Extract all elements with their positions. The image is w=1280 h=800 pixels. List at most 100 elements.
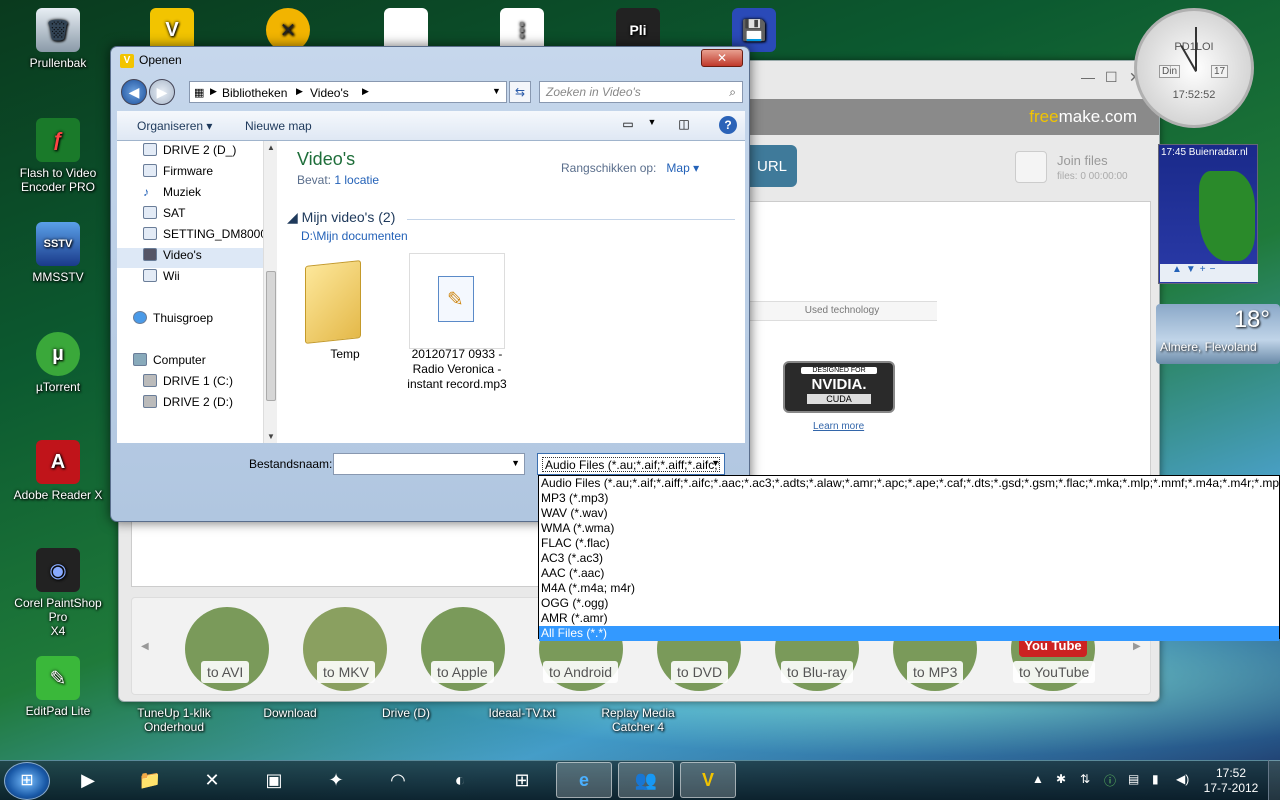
desktop-icon-recycle-bin[interactable]: 🗑 Prullenbak bbox=[8, 8, 108, 70]
map-controls[interactable]: ▲▼+− bbox=[1160, 264, 1258, 282]
network-icon[interactable]: ▮ bbox=[1152, 772, 1159, 786]
to-youtube-button[interactable]: to YouTube bbox=[1013, 661, 1096, 683]
taskbar-windows[interactable]: ⊞ bbox=[494, 762, 550, 798]
nav-scrollbar[interactable]: ▲ ▼ bbox=[263, 141, 277, 443]
taskbar-internet-explorer[interactable]: e bbox=[556, 762, 612, 798]
organize-menu[interactable]: Organiseren ▾ bbox=[137, 119, 212, 133]
maximize-icon[interactable]: ☐ bbox=[1105, 69, 1118, 86]
breadcrumb-bibliotheken[interactable]: Bibliotheken bbox=[222, 86, 287, 100]
back-button[interactable]: ◀ bbox=[121, 79, 147, 105]
file-type-option-selected[interactable]: All Files (*.*) bbox=[539, 626, 1279, 641]
desktop-icon-editpad[interactable]: ✎ EditPad Lite bbox=[8, 656, 108, 718]
nav-item-computer[interactable]: Computer bbox=[117, 353, 263, 373]
clock-gadget[interactable]: PD1LOI Din 17 17:52:52 bbox=[1134, 8, 1254, 128]
scrollbar-thumb[interactable] bbox=[266, 271, 276, 401]
to-avi-button[interactable]: to AVI bbox=[201, 661, 250, 683]
buienradar-gadget[interactable]: 17:45 Buienradar.nl bbox=[1158, 144, 1258, 284]
scroll-left-icon[interactable]: ◀ bbox=[141, 641, 149, 652]
file-type-option[interactable]: FLAC (*.flac) bbox=[539, 536, 1279, 551]
show-desktop-button[interactable] bbox=[1268, 760, 1280, 800]
taskbar-explorer[interactable]: 📁 bbox=[122, 762, 178, 798]
nav-item-drive1-c[interactable]: DRIVE 1 (C:) bbox=[117, 374, 263, 394]
file-type-option[interactable]: AAC (*.aac) bbox=[539, 566, 1279, 581]
weather-gadget[interactable]: 18° Almere, Flevoland bbox=[1156, 304, 1280, 364]
scroll-down-icon[interactable]: ▼ bbox=[267, 432, 275, 441]
file-type-option[interactable]: MP3 (*.mp3) bbox=[539, 491, 1279, 506]
volume-icon[interactable]: ◀) bbox=[1176, 772, 1189, 786]
nav-item-wii[interactable]: Wii bbox=[117, 269, 263, 289]
chevron-down-icon[interactable]: ▼ bbox=[711, 458, 720, 468]
taskbar-swirl[interactable]: ◠ bbox=[370, 762, 426, 798]
desktop-label-replay-media[interactable]: Replay Media Catcher 4 bbox=[588, 706, 688, 734]
arrange-by-dropdown[interactable]: Map ▾ bbox=[666, 161, 699, 175]
desktop-icon-paintshop[interactable]: ◉ Corel PaintShop Pro X4 bbox=[8, 548, 108, 638]
desktop-label-tuneup[interactable]: TuneUp 1-klik Onderhoud bbox=[124, 706, 224, 734]
chevron-down-icon[interactable]: ▼ bbox=[492, 86, 501, 96]
nav-item-drive2-d[interactable]: DRIVE 2 (D_) bbox=[117, 143, 263, 163]
file-type-option[interactable]: AC3 (*.ac3) bbox=[539, 551, 1279, 566]
system-clock[interactable]: 17:52 17-7-2012 bbox=[1200, 766, 1262, 796]
info-icon[interactable]: ⓘ bbox=[1104, 772, 1116, 789]
file-type-option[interactable]: AMR (*.amr) bbox=[539, 611, 1279, 626]
help-icon[interactable]: ? bbox=[719, 116, 737, 134]
taskbar-messenger[interactable]: 👥 bbox=[618, 762, 674, 798]
nav-item-homegroup[interactable]: Thuisgroep bbox=[117, 311, 263, 331]
preview-pane-icon[interactable]: ◫ bbox=[675, 117, 693, 133]
start-button[interactable]: ⊞ bbox=[4, 762, 50, 800]
taskbar-app[interactable]: ▣ bbox=[246, 762, 302, 798]
refresh-button[interactable]: ⇆ bbox=[509, 81, 531, 103]
forward-button[interactable]: ▶ bbox=[149, 79, 175, 105]
view-dropdown-icon[interactable]: ▼ bbox=[643, 117, 661, 133]
locations-link[interactable]: 1 locatie bbox=[334, 173, 379, 187]
nav-item-firmware[interactable]: Firmware bbox=[117, 164, 263, 184]
bluetooth-icon[interactable]: ✱ bbox=[1056, 772, 1066, 786]
desktop-icon-utorrent[interactable]: µ µTorrent bbox=[8, 332, 108, 394]
file-type-option[interactable]: WAV (*.wav) bbox=[539, 506, 1279, 521]
file-type-option[interactable]: Audio Files (*.au;*.aif;*.aiff;*.aifc;*.… bbox=[539, 476, 1279, 491]
taskbar-tuneup[interactable]: ✕ bbox=[184, 762, 240, 798]
to-apple-button[interactable]: to Apple bbox=[431, 661, 494, 683]
to-dvd-button[interactable]: to DVD bbox=[671, 661, 729, 683]
file-type-select[interactable]: Audio Files (*.au;*.aif;*.aiff;*.aifc;*.… bbox=[537, 453, 725, 475]
breadcrumb-videos[interactable]: Video's bbox=[310, 86, 349, 100]
file-radio-veronica[interactable] bbox=[409, 253, 505, 349]
folder-temp[interactable] bbox=[305, 253, 365, 344]
taskbar-disc[interactable]: ◐ bbox=[432, 762, 488, 798]
address-bar[interactable]: ▦ ▶ Bibliotheken ▶ Video's ▶ ▼ bbox=[189, 81, 507, 103]
desktop-icon-flash-to-video[interactable]: ƒ Flash to Video Encoder PRO bbox=[8, 118, 108, 194]
taskbar-freemake[interactable]: V bbox=[680, 762, 736, 798]
desktop-icon-mmsstv[interactable]: SSTV MMSSTV bbox=[8, 222, 108, 284]
scroll-up-icon[interactable]: ▲ bbox=[267, 143, 275, 152]
taskbar-media-player[interactable]: ▶ bbox=[60, 762, 116, 798]
update-icon[interactable]: ⇅ bbox=[1080, 772, 1090, 786]
to-mkv-button[interactable]: to MKV bbox=[317, 661, 375, 683]
filename-input[interactable]: ▼ bbox=[333, 453, 525, 475]
nav-item-videos[interactable]: Video's bbox=[117, 248, 263, 268]
dialog-close-button[interactable]: ✕ bbox=[701, 49, 743, 67]
file-type-option[interactable]: OGG (*.ogg) bbox=[539, 596, 1279, 611]
nav-item-muziek[interactable]: ♪ Muziek bbox=[117, 185, 263, 205]
new-folder-button[interactable]: Nieuwe map bbox=[245, 119, 312, 133]
device-icon[interactable]: ▤ bbox=[1128, 772, 1139, 786]
to-mp3-button[interactable]: to MP3 bbox=[907, 661, 964, 683]
file-type-option[interactable]: M4A (*.m4a; m4r) bbox=[539, 581, 1279, 596]
to-android-button[interactable]: to Android bbox=[543, 661, 619, 683]
taskbar-ez[interactable]: ✦ bbox=[308, 762, 364, 798]
url-button[interactable]: URL bbox=[747, 145, 797, 187]
chevron-down-icon[interactable]: ▼ bbox=[511, 458, 520, 468]
desktop-label-download[interactable]: Download bbox=[240, 706, 340, 720]
nav-item-setting-dm8000[interactable]: SETTING_DM8000 bbox=[117, 227, 263, 247]
group-header[interactable]: ◢ Mijn video's (2) bbox=[287, 209, 395, 226]
search-input[interactable]: Zoeken in Video's ⌕ bbox=[539, 81, 743, 103]
desktop-label-drive-d[interactable]: Drive (D) bbox=[356, 706, 456, 720]
desktop-icon-adobe-reader[interactable]: A Adobe Reader X bbox=[8, 440, 108, 502]
join-files-toggle[interactable] bbox=[1015, 151, 1047, 183]
nav-item-drive2-d2[interactable]: DRIVE 2 (D:) bbox=[117, 395, 263, 415]
to-bluray-button[interactable]: to Blu-ray bbox=[781, 661, 853, 683]
desktop-label-ideaal-tv[interactable]: Ideaal-TV.txt bbox=[472, 706, 572, 720]
show-hidden-icons[interactable]: ▲ bbox=[1032, 772, 1044, 786]
scroll-right-icon[interactable]: ▶ bbox=[1133, 641, 1141, 652]
learn-more-link[interactable]: Learn more bbox=[813, 421, 864, 432]
nav-item-sat[interactable]: SAT bbox=[117, 206, 263, 226]
view-icon[interactable]: ▭ bbox=[619, 117, 637, 133]
